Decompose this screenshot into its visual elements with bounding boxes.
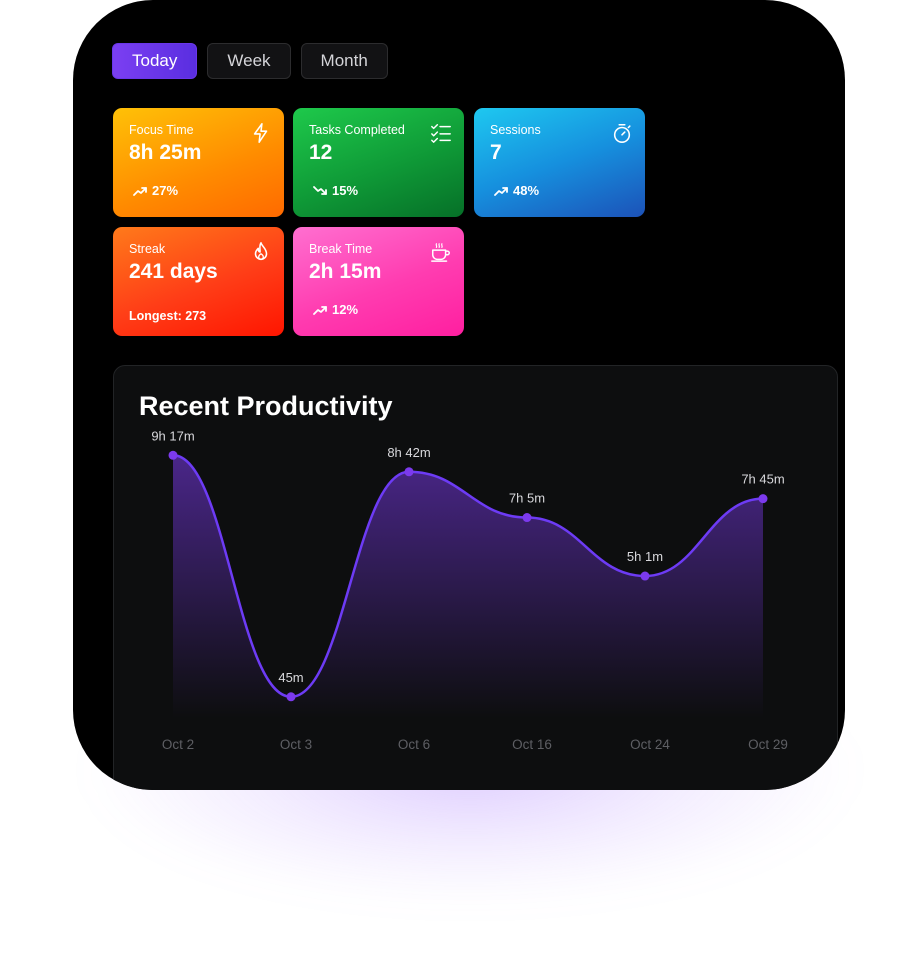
checklist-icon xyxy=(431,124,451,143)
productivity-chart: 9h 17m Oct 2 45m Oct 3 8h 42m Oct 6 7h 5m Oct 1… xyxy=(151,428,788,752)
card-label: Break Time xyxy=(309,242,373,256)
data-point[interactable] xyxy=(522,513,532,523)
data-label: 5h 1m xyxy=(627,549,663,564)
x-tick-label: Oct 6 xyxy=(398,737,430,752)
x-tick-label: Oct 3 xyxy=(280,737,312,752)
trend-up-icon xyxy=(133,186,147,196)
card-label: Streak xyxy=(129,242,166,256)
x-tick-label: Oct 16 xyxy=(512,737,552,752)
card-value: 7 xyxy=(490,141,502,164)
data-label: 9h 17m xyxy=(151,428,194,443)
data-point[interactable] xyxy=(758,494,768,504)
card-label: Focus Time xyxy=(129,123,194,137)
trend-down-icon xyxy=(313,185,327,195)
delta-value: 48% xyxy=(513,183,540,198)
data-label: 45m xyxy=(278,670,303,685)
flame-icon xyxy=(254,242,268,261)
device-frame: Today Week Month Focus Time 8h 25m 27% T… xyxy=(73,0,845,790)
data-label: 7h 5m xyxy=(509,491,545,506)
recent-productivity-panel: Recent Productivity 9h 17m Oct 2 45m Oct 38… xyxy=(113,365,838,790)
delta-value: 15% xyxy=(332,183,359,198)
streak-card[interactable]: Streak 241 days Longest: 273 xyxy=(113,227,284,336)
stopwatch-icon xyxy=(613,123,631,143)
tab-month[interactable]: Month xyxy=(300,43,388,79)
data-point[interactable] xyxy=(640,571,650,581)
card-delta: 12% xyxy=(313,302,358,317)
trend-up-icon xyxy=(494,186,508,196)
lightning-icon xyxy=(253,123,268,143)
longest-streak: Longest: 273 xyxy=(129,309,207,323)
delta-value: 27% xyxy=(152,183,179,198)
delta-value: 12% xyxy=(332,302,359,317)
card-value: 2h 15m xyxy=(309,260,382,283)
tab-week[interactable]: Week xyxy=(207,43,291,79)
card-delta: 27% xyxy=(133,183,178,198)
card-label: Tasks Completed xyxy=(309,123,405,137)
break-time-card[interactable]: Break Time 2h 15m 12% xyxy=(293,227,464,336)
data-point[interactable] xyxy=(286,692,296,702)
data-label: 8h 42m xyxy=(387,445,430,460)
trend-up-icon xyxy=(313,305,327,315)
data-point[interactable] xyxy=(404,467,414,477)
x-tick-label: Oct 2 xyxy=(162,737,194,752)
sessions-card[interactable]: Sessions 7 48% xyxy=(474,108,645,217)
data-label: 7h 45m xyxy=(741,472,784,487)
tasks-completed-card[interactable]: Tasks Completed 12 15% xyxy=(293,108,464,217)
focus-time-card[interactable]: Focus Time 8h 25m 27% xyxy=(113,108,284,217)
coffee-icon xyxy=(431,243,450,262)
card-delta: 15% xyxy=(313,183,358,198)
card-label: Sessions xyxy=(490,123,541,137)
x-tick-label: Oct 24 xyxy=(630,737,670,752)
tab-today[interactable]: Today xyxy=(112,43,198,79)
card-delta: 48% xyxy=(494,183,539,198)
card-value: 241 days xyxy=(129,260,218,283)
period-tabs: Today Week Month xyxy=(112,43,388,79)
card-value: 12 xyxy=(309,141,333,164)
card-value: 8h 25m xyxy=(129,141,202,164)
data-point[interactable] xyxy=(168,450,178,460)
x-tick-label: Oct 29 xyxy=(748,737,788,752)
